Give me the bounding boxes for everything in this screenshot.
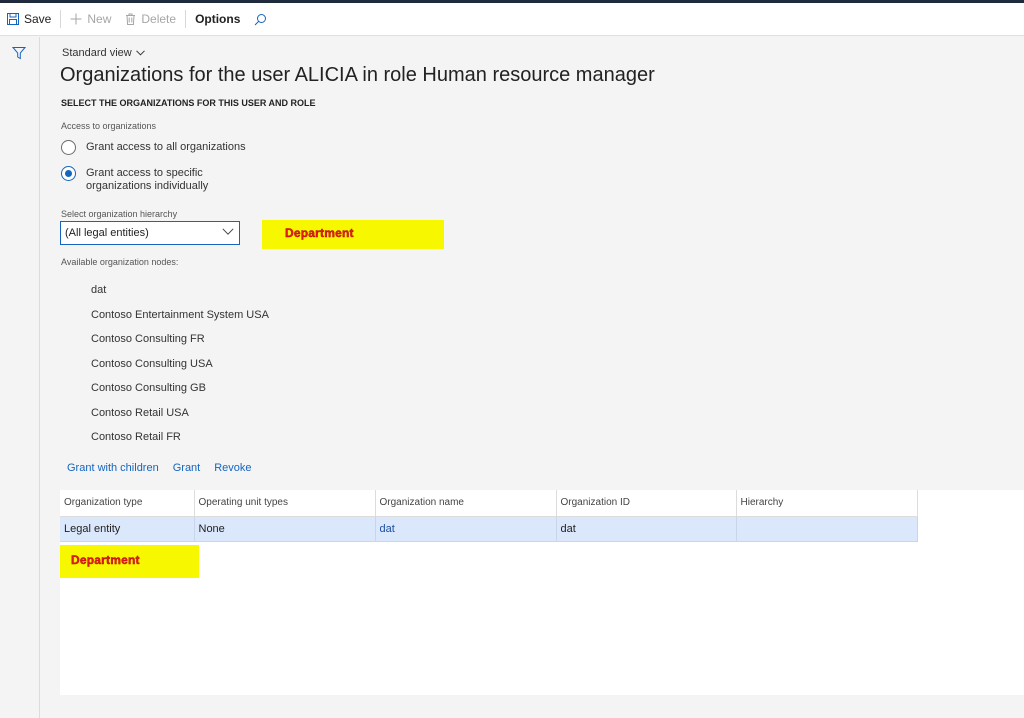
list-item[interactable]: Contoso Consulting FR: [91, 327, 269, 352]
nodes-label: Available organization nodes:: [61, 257, 179, 267]
save-icon: [7, 13, 19, 25]
cell-organization-id[interactable]: dat: [556, 516, 737, 542]
access-label: Access to organizations: [61, 121, 157, 131]
radio-button-selected[interactable]: [61, 166, 76, 181]
annotation-label: Department: [71, 553, 140, 567]
organization-node-list: dat Contoso Entertainment System USA Con…: [91, 278, 269, 450]
table-row[interactable]: Legal entity None dat dat: [60, 516, 918, 542]
column-header[interactable]: Operating unit types: [194, 490, 376, 517]
hierarchy-value: (All legal entities): [65, 227, 149, 239]
grant-with-children-link[interactable]: Grant with children: [67, 462, 159, 474]
column-header[interactable]: Organization name: [375, 490, 557, 517]
grid-table: Organization type Operating unit types O…: [60, 490, 918, 542]
cell-hierarchy[interactable]: [736, 516, 918, 542]
chevron-down-icon: [135, 50, 145, 56]
chevron-down-icon: [222, 228, 234, 235]
list-item[interactable]: dat: [91, 278, 269, 303]
organizations-grid: Organization type Operating unit types O…: [60, 490, 1024, 695]
list-item[interactable]: Contoso Consulting USA: [91, 352, 269, 377]
view-selector-label: Standard view: [62, 47, 132, 59]
column-header[interactable]: Hierarchy: [736, 490, 918, 517]
view-selector[interactable]: Standard view: [62, 47, 145, 59]
new-button[interactable]: New: [63, 3, 118, 35]
radio-all-organizations[interactable]: Grant access to all organizations: [61, 140, 286, 155]
list-item[interactable]: Contoso Retail USA: [91, 401, 269, 426]
column-header[interactable]: Organization type: [60, 490, 195, 517]
radio-label: Grant access to specific organizations i…: [86, 167, 209, 192]
column-header[interactable]: Organization ID: [556, 490, 737, 517]
radio-label: Grant access to all organizations: [86, 141, 246, 153]
options-label: Options: [195, 12, 241, 26]
save-label: Save: [24, 12, 52, 26]
grid-header-row: Organization type Operating unit types O…: [60, 490, 918, 517]
radio-specific-organizations[interactable]: Grant access to specific organizations i…: [61, 166, 236, 193]
radio-button[interactable]: [61, 140, 76, 155]
action-pane: Save New Delete Options: [0, 3, 1024, 36]
filter-icon[interactable]: [11, 46, 27, 65]
cell-operating-unit-types[interactable]: None: [194, 516, 376, 542]
divider: [185, 10, 187, 28]
annotation-label: Department: [285, 226, 354, 240]
search-button[interactable]: [247, 3, 279, 35]
page-title: Organizations for the user ALICIA in rol…: [60, 64, 655, 86]
section-title: SELECT THE ORGANIZATIONS FOR THIS USER A…: [61, 98, 316, 108]
plus-icon: [70, 13, 82, 25]
revoke-link[interactable]: Revoke: [214, 462, 251, 474]
cell-organization-name[interactable]: dat: [375, 516, 557, 542]
delete-button[interactable]: Delete: [118, 3, 183, 35]
grant-actions: Grant with children Grant Revoke: [67, 462, 266, 474]
new-label: New: [87, 12, 112, 26]
divider: [60, 10, 62, 28]
grant-link[interactable]: Grant: [173, 462, 201, 474]
list-item[interactable]: Contoso Consulting GB: [91, 376, 269, 401]
list-item[interactable]: Contoso Retail FR: [91, 425, 269, 450]
trash-icon: [125, 13, 136, 25]
save-button[interactable]: Save: [0, 3, 58, 35]
list-item[interactable]: Contoso Entertainment System USA: [91, 303, 269, 328]
cell-organization-type[interactable]: Legal entity: [60, 516, 195, 542]
delete-label: Delete: [141, 12, 177, 26]
options-button[interactable]: Options: [188, 3, 247, 35]
search-icon: [254, 13, 267, 26]
hierarchy-dropdown[interactable]: (All legal entities): [60, 221, 240, 245]
left-rail: [0, 37, 40, 718]
hierarchy-label: Select organization hierarchy: [61, 209, 178, 219]
